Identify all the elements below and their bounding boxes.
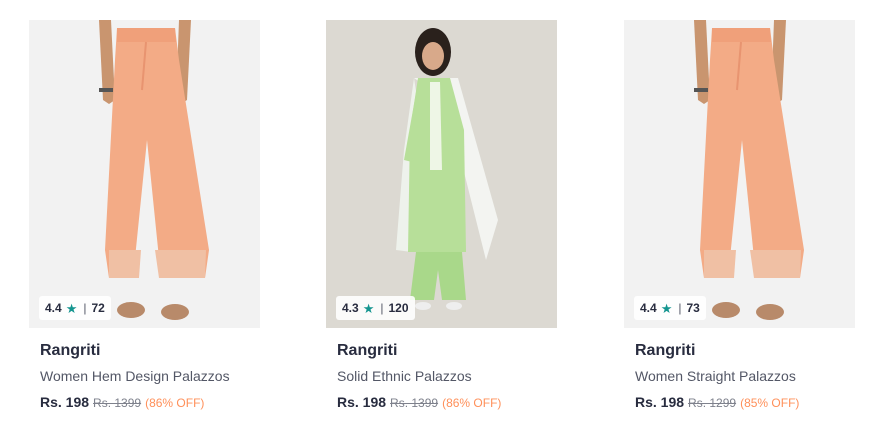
product-discount: (85% OFF) <box>740 396 800 410</box>
product-info: Rangriti Solid Ethnic Palazzos Rs. 198 Rs… <box>326 342 557 411</box>
rating-separator: | <box>380 301 384 315</box>
rating-value: 4.4 <box>640 301 657 315</box>
rating-separator: | <box>678 301 682 315</box>
product-price: Rs. 198 <box>40 394 90 410</box>
product-image[interactable]: 4.3 ★ | 120 <box>326 20 557 328</box>
rating-badge: 4.4 ★ | 72 <box>39 296 111 320</box>
rating-badge: 4.3 ★ | 120 <box>336 296 415 320</box>
product-card[interactable]: 4.4 ★ | 72 Rangriti Women Hem Design Pal… <box>29 20 260 420</box>
rating-separator: | <box>83 301 87 315</box>
product-title: Women Straight Palazzos <box>635 368 796 384</box>
star-icon: ★ <box>65 300 78 316</box>
product-brand: Rangriti <box>635 342 696 359</box>
rating-value: 4.3 <box>342 301 359 315</box>
product-discount: (86% OFF) <box>145 396 205 410</box>
rating-badge: 4.4 ★ | 73 <box>634 296 706 320</box>
product-mrp: Rs. 1299 <box>688 396 737 410</box>
product-card[interactable]: 4.4 ★ | 73 Rangriti Women Straight Palaz… <box>624 20 855 420</box>
rating-count: 120 <box>388 301 409 315</box>
product-card[interactable]: 4.3 ★ | 120 Rangriti Solid Ethnic Palazz… <box>326 20 557 420</box>
price-row: Rs. 198 Rs. 1399 (86% OFF) <box>337 394 546 411</box>
product-brand: Rangriti <box>337 342 398 359</box>
star-icon: ★ <box>362 300 375 316</box>
product-price: Rs. 198 <box>635 394 685 410</box>
price-row: Rs. 198 Rs. 1399 (86% OFF) <box>40 394 249 411</box>
rating-count: 72 <box>91 301 105 315</box>
product-title: Women Hem Design Palazzos <box>40 368 230 384</box>
product-grid: 4.4 ★ | 72 Rangriti Women Hem Design Pal… <box>0 0 879 437</box>
product-brand: Rangriti <box>40 342 101 359</box>
product-image[interactable]: 4.4 ★ | 73 <box>624 20 855 328</box>
rating-value: 4.4 <box>45 301 62 315</box>
product-price: Rs. 198 <box>337 394 387 410</box>
product-image[interactable]: 4.4 ★ | 72 <box>29 20 260 328</box>
product-mrp: Rs. 1399 <box>93 396 142 410</box>
product-title: Solid Ethnic Palazzos <box>337 368 472 384</box>
rating-count: 73 <box>686 301 700 315</box>
product-mrp: Rs. 1399 <box>390 396 439 410</box>
star-icon: ★ <box>660 300 673 316</box>
product-info: Rangriti Women Straight Palazzos Rs. 198… <box>624 342 855 411</box>
product-info: Rangriti Women Hem Design Palazzos Rs. 1… <box>29 342 260 411</box>
product-discount: (86% OFF) <box>442 396 502 410</box>
price-row: Rs. 198 Rs. 1299 (85% OFF) <box>635 394 844 411</box>
